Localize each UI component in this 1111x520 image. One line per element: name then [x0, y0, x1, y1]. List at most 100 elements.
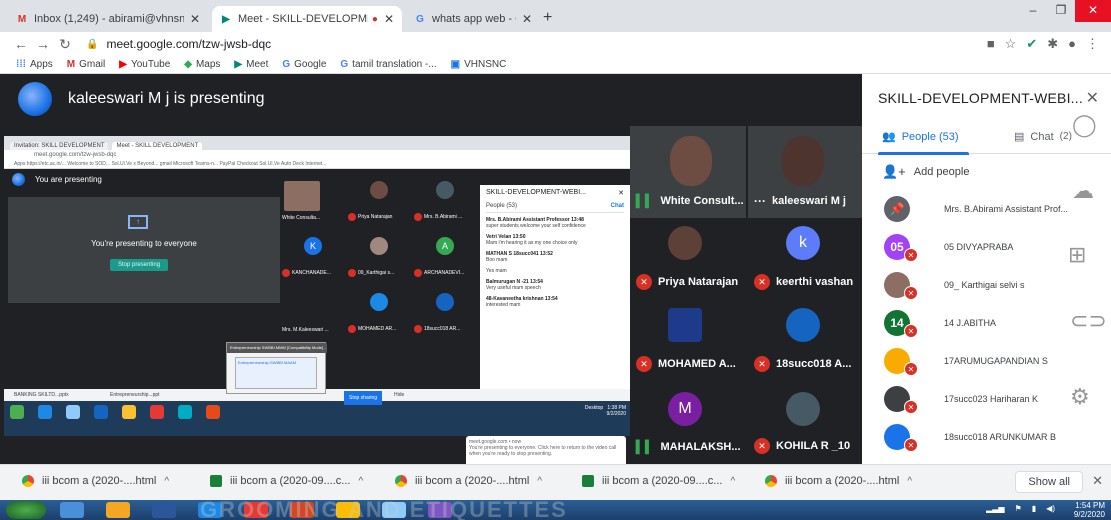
- participant-tile[interactable]: ✕ MOHAMED A...: [630, 302, 746, 382]
- shared-download-item: BANKING SKILTD...pptx: [14, 392, 69, 398]
- participant-name: 14 J.ABITHA: [944, 318, 997, 328]
- back-arrow-icon[interactable]: ←: [10, 36, 32, 52]
- download-item[interactable]: iii bcom a (2020-09....c... ^: [210, 475, 363, 487]
- shared-tile-label: MOHAMED AR...: [348, 325, 396, 333]
- shared-tile-label: Mrs. M.Kaleeswari ...: [282, 327, 329, 333]
- window-close-button[interactable]: ✕: [1075, 0, 1111, 22]
- shared-tile-name: Mrs. M.Kaleeswari ...: [282, 327, 329, 333]
- bookmark-gmail[interactable]: M Gmail: [67, 59, 105, 70]
- download-label: iii bcom a (2020-09....c...: [230, 475, 351, 487]
- add-person-icon: 👤+: [882, 164, 906, 179]
- star-icon[interactable]: ☆: [1005, 36, 1017, 52]
- check-extension-icon[interactable]: ✔: [1026, 36, 1037, 52]
- volume-icon[interactable]: ◀): [1046, 504, 1055, 513]
- network-icon[interactable]: ▂▃▅: [986, 504, 1004, 513]
- list-item[interactable]: ✕ 09_ Karthigai selvi s: [862, 268, 1111, 306]
- shared-tile: K KANCHANADE...: [280, 225, 346, 285]
- download-item[interactable]: iii bcom a (2020-09....c... ^: [582, 475, 735, 487]
- avatar: k: [786, 226, 820, 260]
- reload-icon[interactable]: ↻: [54, 36, 76, 53]
- mic-off-icon: [348, 269, 356, 277]
- profile-avatar-icon[interactable]: ●: [1068, 36, 1076, 52]
- close-icon[interactable]: ✕: [384, 12, 394, 26]
- shared-tile: 18succ018 AR...: [412, 281, 478, 341]
- maximize-button[interactable]: ❐: [1047, 0, 1075, 22]
- bookmark-label: Google: [294, 59, 327, 70]
- chevron-up-icon[interactable]: ^: [537, 476, 542, 487]
- shared-ppt-thumbnail: Entrepreneurship SWBBI MMM [Compatibilit…: [226, 342, 327, 394]
- shared-people-tab: People (53): [486, 203, 518, 209]
- download-item[interactable]: iii bcom a (2020-....html ^: [765, 475, 912, 487]
- google-icon: G: [282, 59, 291, 70]
- tab-meet[interactable]: ▶ Meet - SKILL-DEVELOPMENT ● ✕: [212, 6, 402, 32]
- bookmark-vhnsnc[interactable]: ▣ VHNSNC: [451, 59, 507, 70]
- list-item[interactable]: ✕ 17ARUMUGAPANDIAN S: [862, 344, 1111, 382]
- browser-tab-strip: M Inbox (1,249) - abirami@vhnsnc. ✕ ▶ Me…: [0, 0, 1111, 32]
- show-all-button[interactable]: Show all: [1015, 471, 1083, 493]
- menu-kebab-icon[interactable]: ⋮: [1086, 36, 1099, 52]
- camera-icon[interactable]: ■: [987, 36, 995, 52]
- participant-tile[interactable]: M ▍▍ MAHALAKSH...: [630, 384, 746, 464]
- chevron-up-icon[interactable]: ^: [164, 476, 169, 487]
- mic-off-icon: ✕: [904, 438, 918, 452]
- shared-chat-message: Mrs. B.Abirami Assistant Professor 13:48…: [486, 217, 624, 229]
- new-tab-button[interactable]: +: [543, 9, 552, 27]
- bookmark-apps[interactable]: ⁞⁞⁞ Apps: [16, 59, 53, 70]
- mic-off-icon: [348, 213, 356, 221]
- tab-people[interactable]: 👥 People (53): [878, 130, 969, 155]
- add-people-button[interactable]: 👤+ Add people: [882, 164, 969, 180]
- tab-gmail-inbox[interactable]: M Inbox (1,249) - abirami@vhnsnc. ✕: [8, 6, 208, 32]
- chevron-up-icon[interactable]: ^: [730, 476, 735, 487]
- flag-icon[interactable]: ⚑: [1015, 504, 1022, 513]
- puzzle-icon[interactable]: ✱: [1047, 36, 1058, 52]
- bookmark-meet[interactable]: ▶ Meet: [234, 59, 268, 70]
- speaking-indicator-icon: ▍▍: [636, 194, 655, 208]
- meet-icon: ▶: [222, 13, 230, 25]
- chevron-up-icon[interactable]: ^: [358, 476, 363, 487]
- participant-tile[interactable]: ✕ Priya Natarajan: [630, 220, 746, 300]
- bookmark-maps[interactable]: ◆ Maps: [184, 59, 220, 70]
- participant-tile[interactable]: ✕ 18succ018 A...: [748, 302, 862, 382]
- battery-icon[interactable]: ▮: [1032, 504, 1036, 513]
- download-item[interactable]: iii bcom a (2020-....html ^: [22, 475, 169, 487]
- download-bar: iii bcom a (2020-....html ^ iii bcom a (2…: [0, 464, 1111, 500]
- shared-tile-name: ARCHANADEVI...: [424, 270, 465, 276]
- avatar: 📌: [884, 196, 910, 222]
- shared-presenting-card: ↑ You're presenting to everyone Stop pre…: [8, 197, 280, 303]
- start-button[interactable]: [6, 501, 46, 519]
- close-icon[interactable]: ✕: [1086, 88, 1099, 108]
- bookmark-youtube[interactable]: ▶ YouTube: [119, 59, 170, 70]
- participant-tile[interactable]: ✕ KOHILA R _10: [748, 384, 862, 464]
- bookmark-google[interactable]: G Google: [282, 59, 326, 70]
- minimize-button[interactable]: –: [1019, 0, 1047, 22]
- chevron-up-icon[interactable]: ^: [907, 476, 912, 487]
- close-icon[interactable]: ✕: [1092, 473, 1103, 489]
- csv-file-icon: [210, 475, 222, 487]
- shared-tile-label: ARCHANADEVI...: [414, 269, 464, 277]
- word-icon[interactable]: [152, 502, 176, 518]
- download-item[interactable]: iii bcom a (2020-....html ^: [395, 475, 542, 487]
- address-bar[interactable]: 🔒 meet.google.com/tzw-jwsb-dqc: [86, 37, 271, 51]
- participant-tile[interactable]: ··· kaleeswari M j: [748, 126, 862, 218]
- avatar: [370, 293, 388, 311]
- bookmark-tamil-translation[interactable]: Gtamil translation -...: [340, 59, 436, 70]
- shared-taskbar-icons: [10, 405, 220, 419]
- mic-off-icon: [414, 269, 422, 277]
- close-icon[interactable]: ✕: [522, 12, 532, 26]
- tab-chat[interactable]: ▤ Chat (2): [1014, 130, 1072, 144]
- explorer-icon[interactable]: [60, 502, 84, 518]
- shared-tile-name: White Consulta...: [282, 215, 321, 221]
- participant-tile[interactable]: ▍▍ White Consult...: [630, 126, 746, 218]
- presented-screen[interactable]: Invitation: SKILL DEVELOPMENT Meet - SKI…: [4, 136, 636, 476]
- participant-name: 17ARUMUGAPANDIAN S: [944, 356, 1048, 366]
- shared-chat-message: MATHAN S 18succ041 13:52 Boo mam: [486, 251, 624, 263]
- taskbar-clock[interactable]: 1:54 PM 9/2/2020: [1074, 501, 1105, 519]
- forward-arrow-icon[interactable]: →: [32, 36, 54, 52]
- folder-icon[interactable]: [106, 502, 130, 518]
- shared-tile-name: KANCHANADE...: [292, 270, 331, 276]
- participant-tile[interactable]: k ✕ keerthi vashan: [748, 220, 862, 300]
- close-icon[interactable]: ✕: [190, 12, 200, 26]
- list-item[interactable]: ✕ 18succ018 ARUNKUMAR B: [862, 420, 1111, 458]
- shared-chat-message: Yes mam: [486, 268, 624, 274]
- tab-google-search[interactable]: G whats app web - Google Search ✕: [406, 6, 540, 32]
